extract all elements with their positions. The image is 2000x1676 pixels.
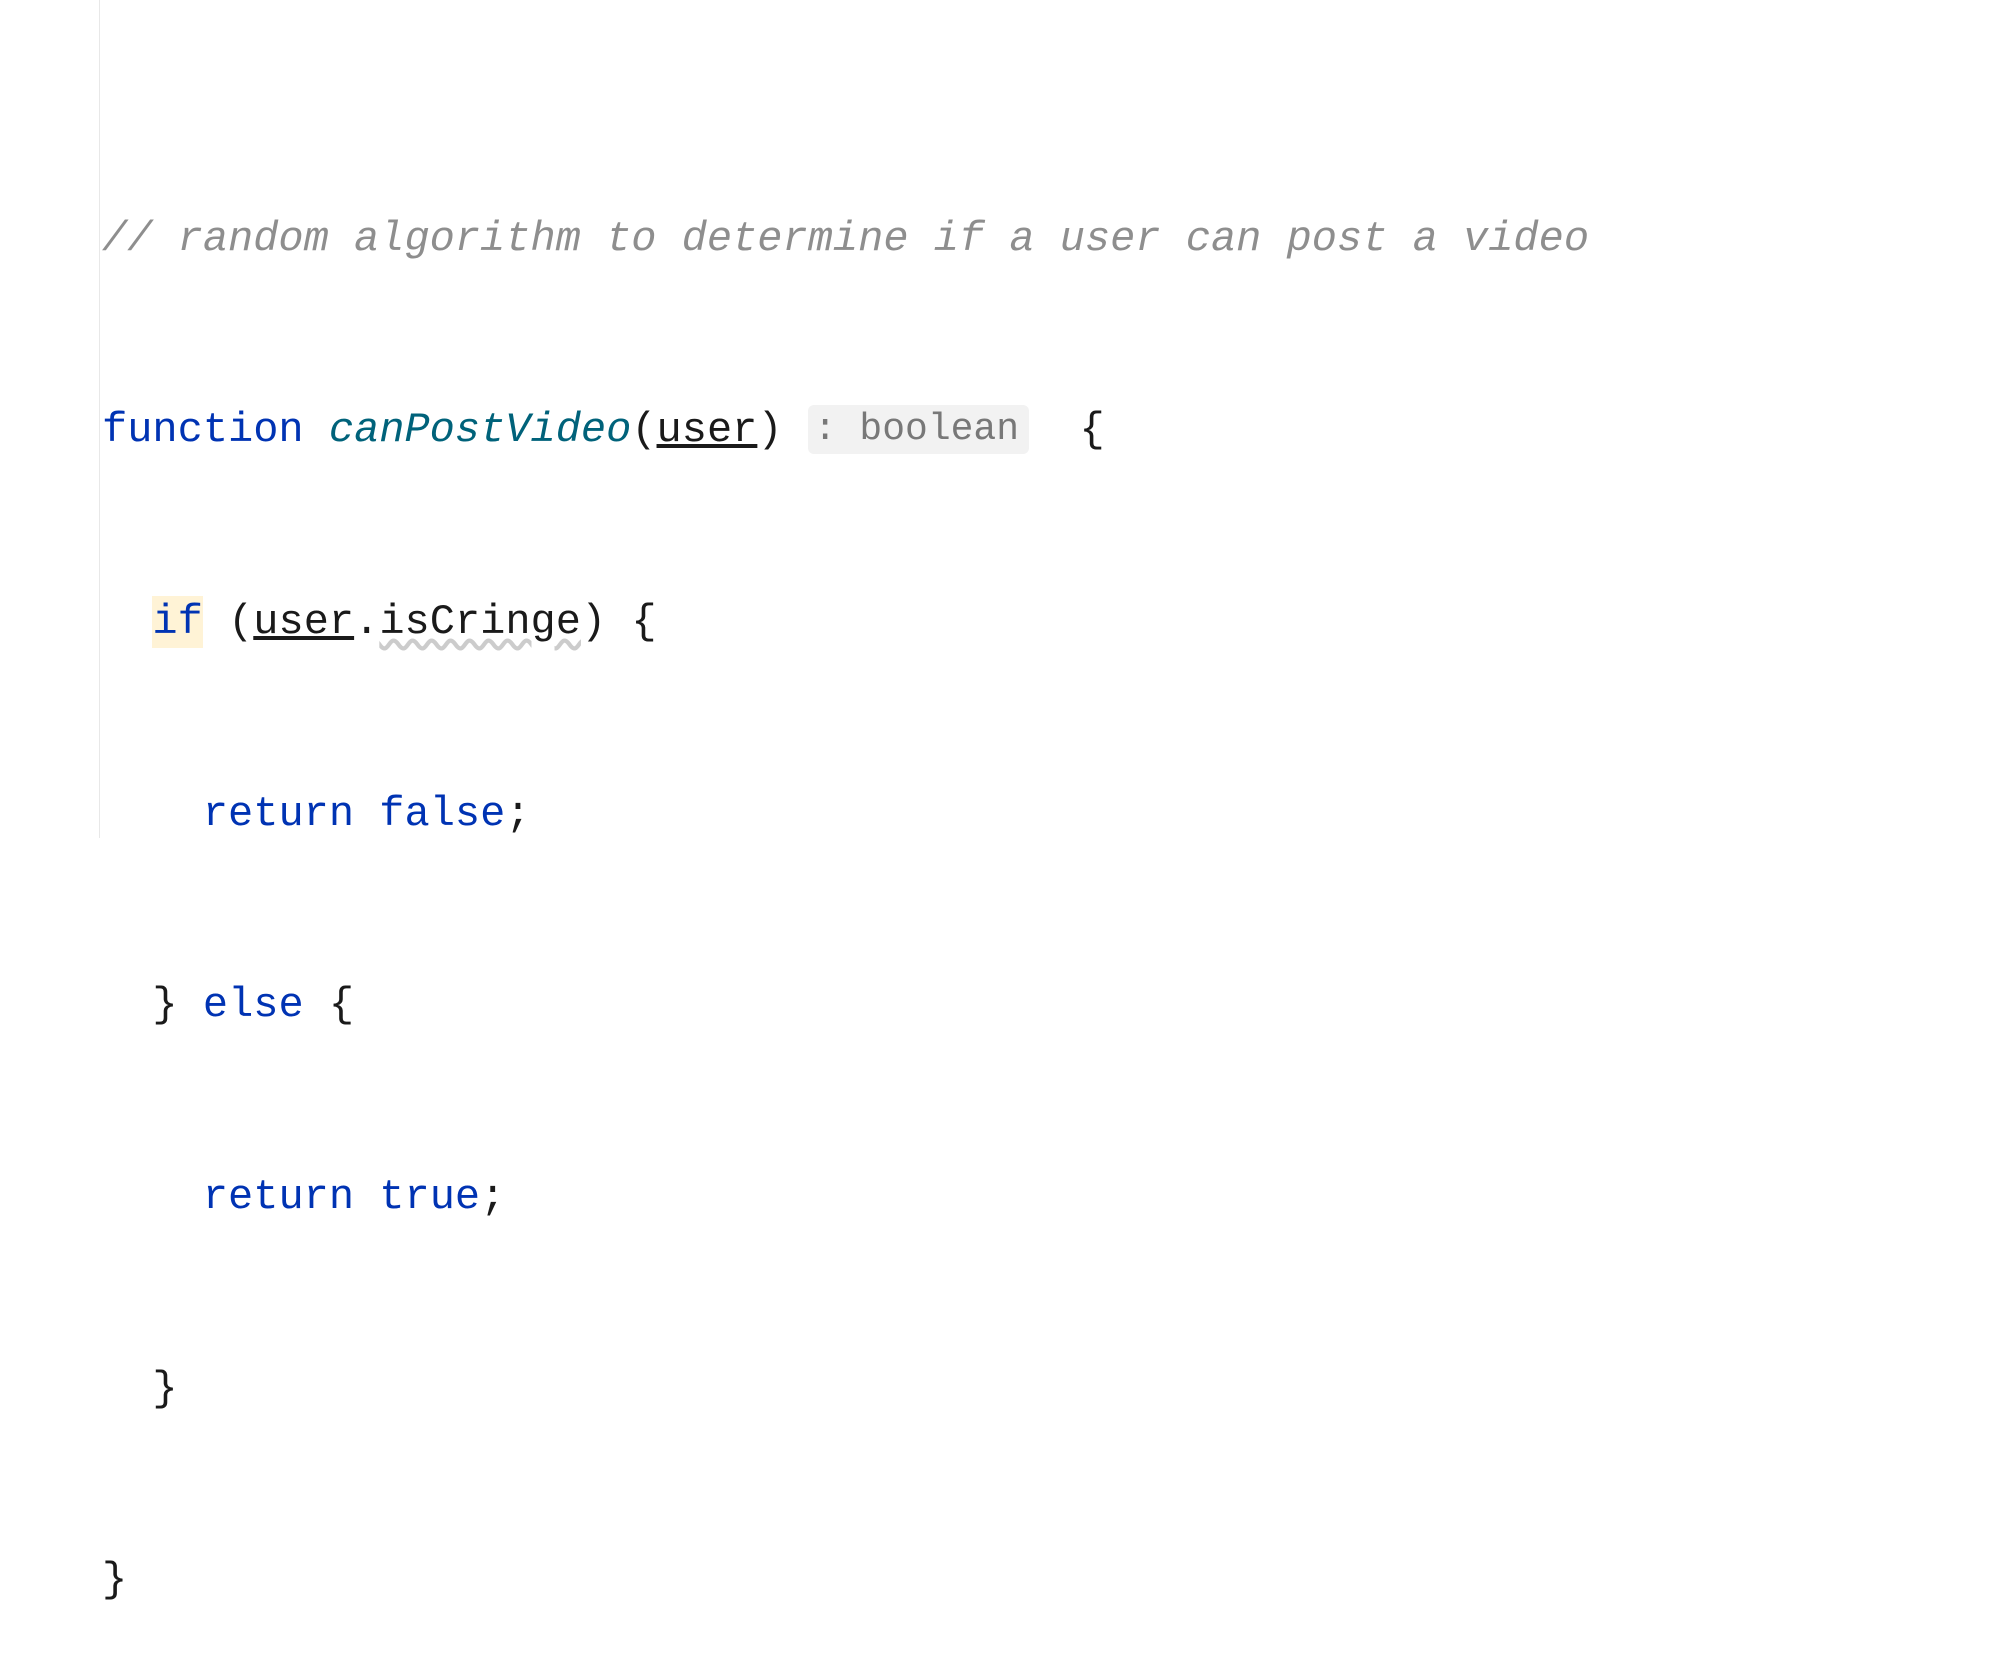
semicolon: ; <box>480 1173 505 1221</box>
type-hint-badge: : boolean <box>808 405 1029 454</box>
open-brace: { <box>631 598 656 646</box>
close-brace: } <box>152 1365 177 1413</box>
keyword-if: if <box>152 596 202 648</box>
code-line-1[interactable]: // random algorithm to determine if a us… <box>102 208 2000 272</box>
function-name: canPostVideo <box>329 406 631 454</box>
close-brace: } <box>102 1556 127 1604</box>
literal-true: true <box>379 1173 480 1221</box>
close-brace: } <box>152 981 177 1029</box>
open-brace: { <box>1079 406 1104 454</box>
property-iscringe: isCringe <box>379 598 581 646</box>
open-brace: { <box>329 981 354 1029</box>
open-paren: ( <box>631 406 656 454</box>
code-line-3[interactable]: if (user.isCringe) { <box>102 591 2000 655</box>
code-line-8[interactable]: } <box>102 1549 2000 1613</box>
code-line-7[interactable]: } <box>102 1358 2000 1422</box>
parameter-user: user <box>657 406 758 454</box>
code-line-4[interactable]: return false; <box>102 783 2000 847</box>
code-line-2[interactable]: function canPostVideo(user) : boolean { <box>102 399 2000 463</box>
comment-text: // random algorithm to determine if a us… <box>102 215 1589 263</box>
open-paren: ( <box>228 598 253 646</box>
code-editor[interactable]: // random algorithm to determine if a us… <box>0 0 2000 838</box>
code-line-5[interactable]: } else { <box>102 974 2000 1038</box>
close-paren: ) <box>581 598 606 646</box>
close-paren: ) <box>757 406 782 454</box>
code-line-6[interactable]: return true; <box>102 1166 2000 1230</box>
editor-gutter <box>0 0 100 838</box>
semicolon: ; <box>505 790 530 838</box>
dot-operator: . <box>354 598 379 646</box>
identifier-user: user <box>253 598 354 646</box>
keyword-function: function <box>102 406 304 454</box>
literal-false: false <box>379 790 505 838</box>
keyword-return: return <box>203 1173 354 1221</box>
code-area[interactable]: // random algorithm to determine if a us… <box>100 0 2000 838</box>
keyword-else: else <box>203 981 304 1029</box>
keyword-return: return <box>203 790 354 838</box>
